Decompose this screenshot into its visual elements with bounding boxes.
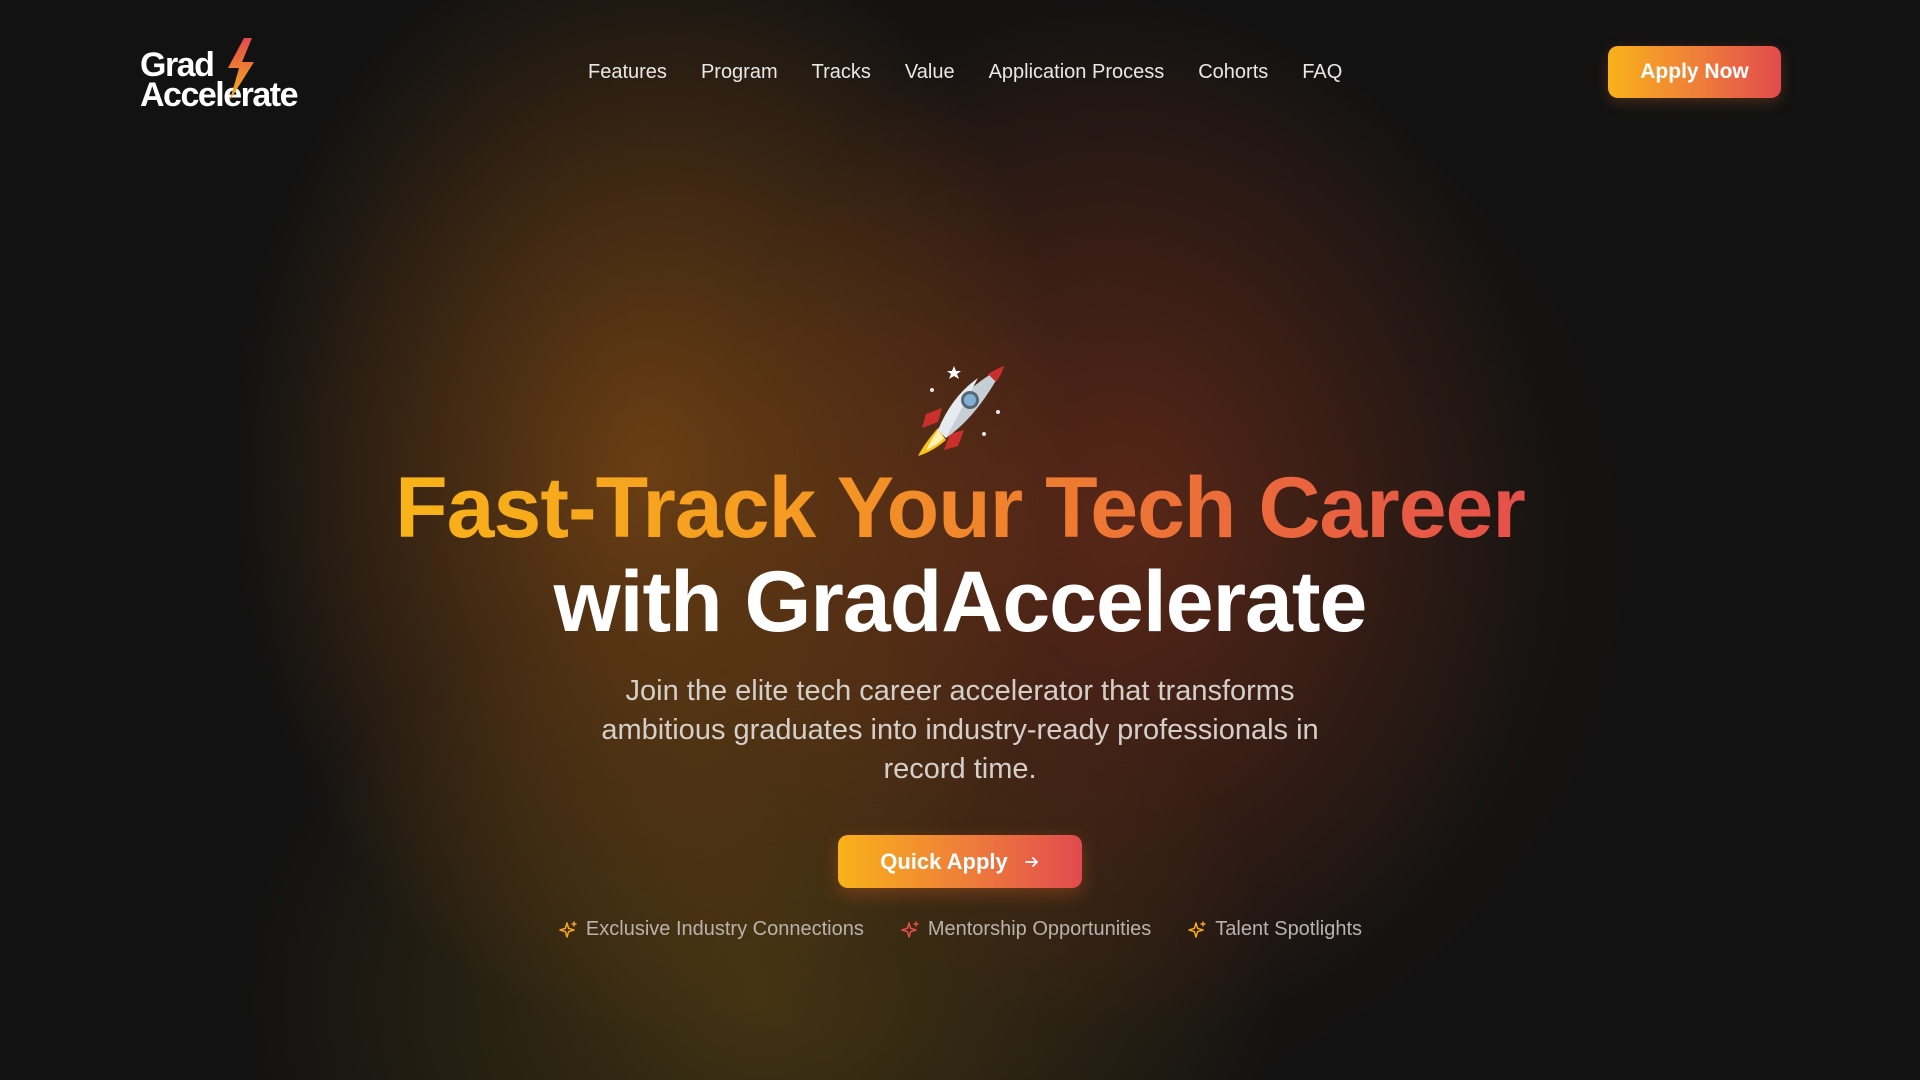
logo-text-accelerate: Accelerate <box>140 76 299 114</box>
hero-headline-brand: with GradAccelerate <box>553 554 1368 650</box>
nav-value[interactable]: Value <box>905 61 955 84</box>
apply-now-button[interactable]: Apply Now <box>1608 46 1781 98</box>
sparkle-icon <box>901 920 919 938</box>
hero-headline-gradient: Fast-Track Your Tech Career <box>395 460 1526 556</box>
landing-page: Grad Accelerate Features Program Tracks … <box>0 0 1920 1080</box>
nav-cohorts[interactable]: Cohorts <box>1198 61 1268 84</box>
perk-list: Exclusive Industry Connections Mentorshi… <box>0 918 1920 941</box>
perk-mentorship: Mentorship Opportunities <box>900 918 1151 941</box>
nav-program[interactable]: Program <box>701 61 778 84</box>
perk-label: Exclusive Industry Connections <box>585 918 864 940</box>
perk-label: Talent Spotlights <box>1215 918 1363 940</box>
brand-logo[interactable]: Grad Accelerate <box>140 38 320 114</box>
quick-apply-button[interactable]: Quick Apply <box>838 835 1082 888</box>
hero-subtitle: Join the elite tech career accelerator t… <box>601 675 1319 785</box>
sparkle-icon <box>1188 920 1206 938</box>
perk-talent-spotlights: Talent Spotlights <box>1187 918 1362 941</box>
nav-tracks[interactable]: Tracks <box>812 61 871 84</box>
arrow-right-icon <box>1024 856 1038 867</box>
nav-features[interactable]: Features <box>588 61 667 84</box>
sparkle-icon <box>559 920 577 938</box>
rocket-icon <box>918 366 1004 456</box>
lightning-bolt-icon <box>228 38 254 100</box>
hero-headline: Fast-Track Your Tech Career <box>0 462 1920 554</box>
nav-faq[interactable]: FAQ <box>1302 61 1342 84</box>
perk-industry-connections: Exclusive Industry Connections <box>558 918 864 941</box>
quick-apply-label: Quick Apply <box>880 848 1008 874</box>
perk-label: Mentorship Opportunities <box>927 918 1152 940</box>
main-nav: Features Program Tracks Value Applicatio… <box>588 58 1342 86</box>
nav-application-process[interactable]: Application Process <box>989 61 1165 84</box>
